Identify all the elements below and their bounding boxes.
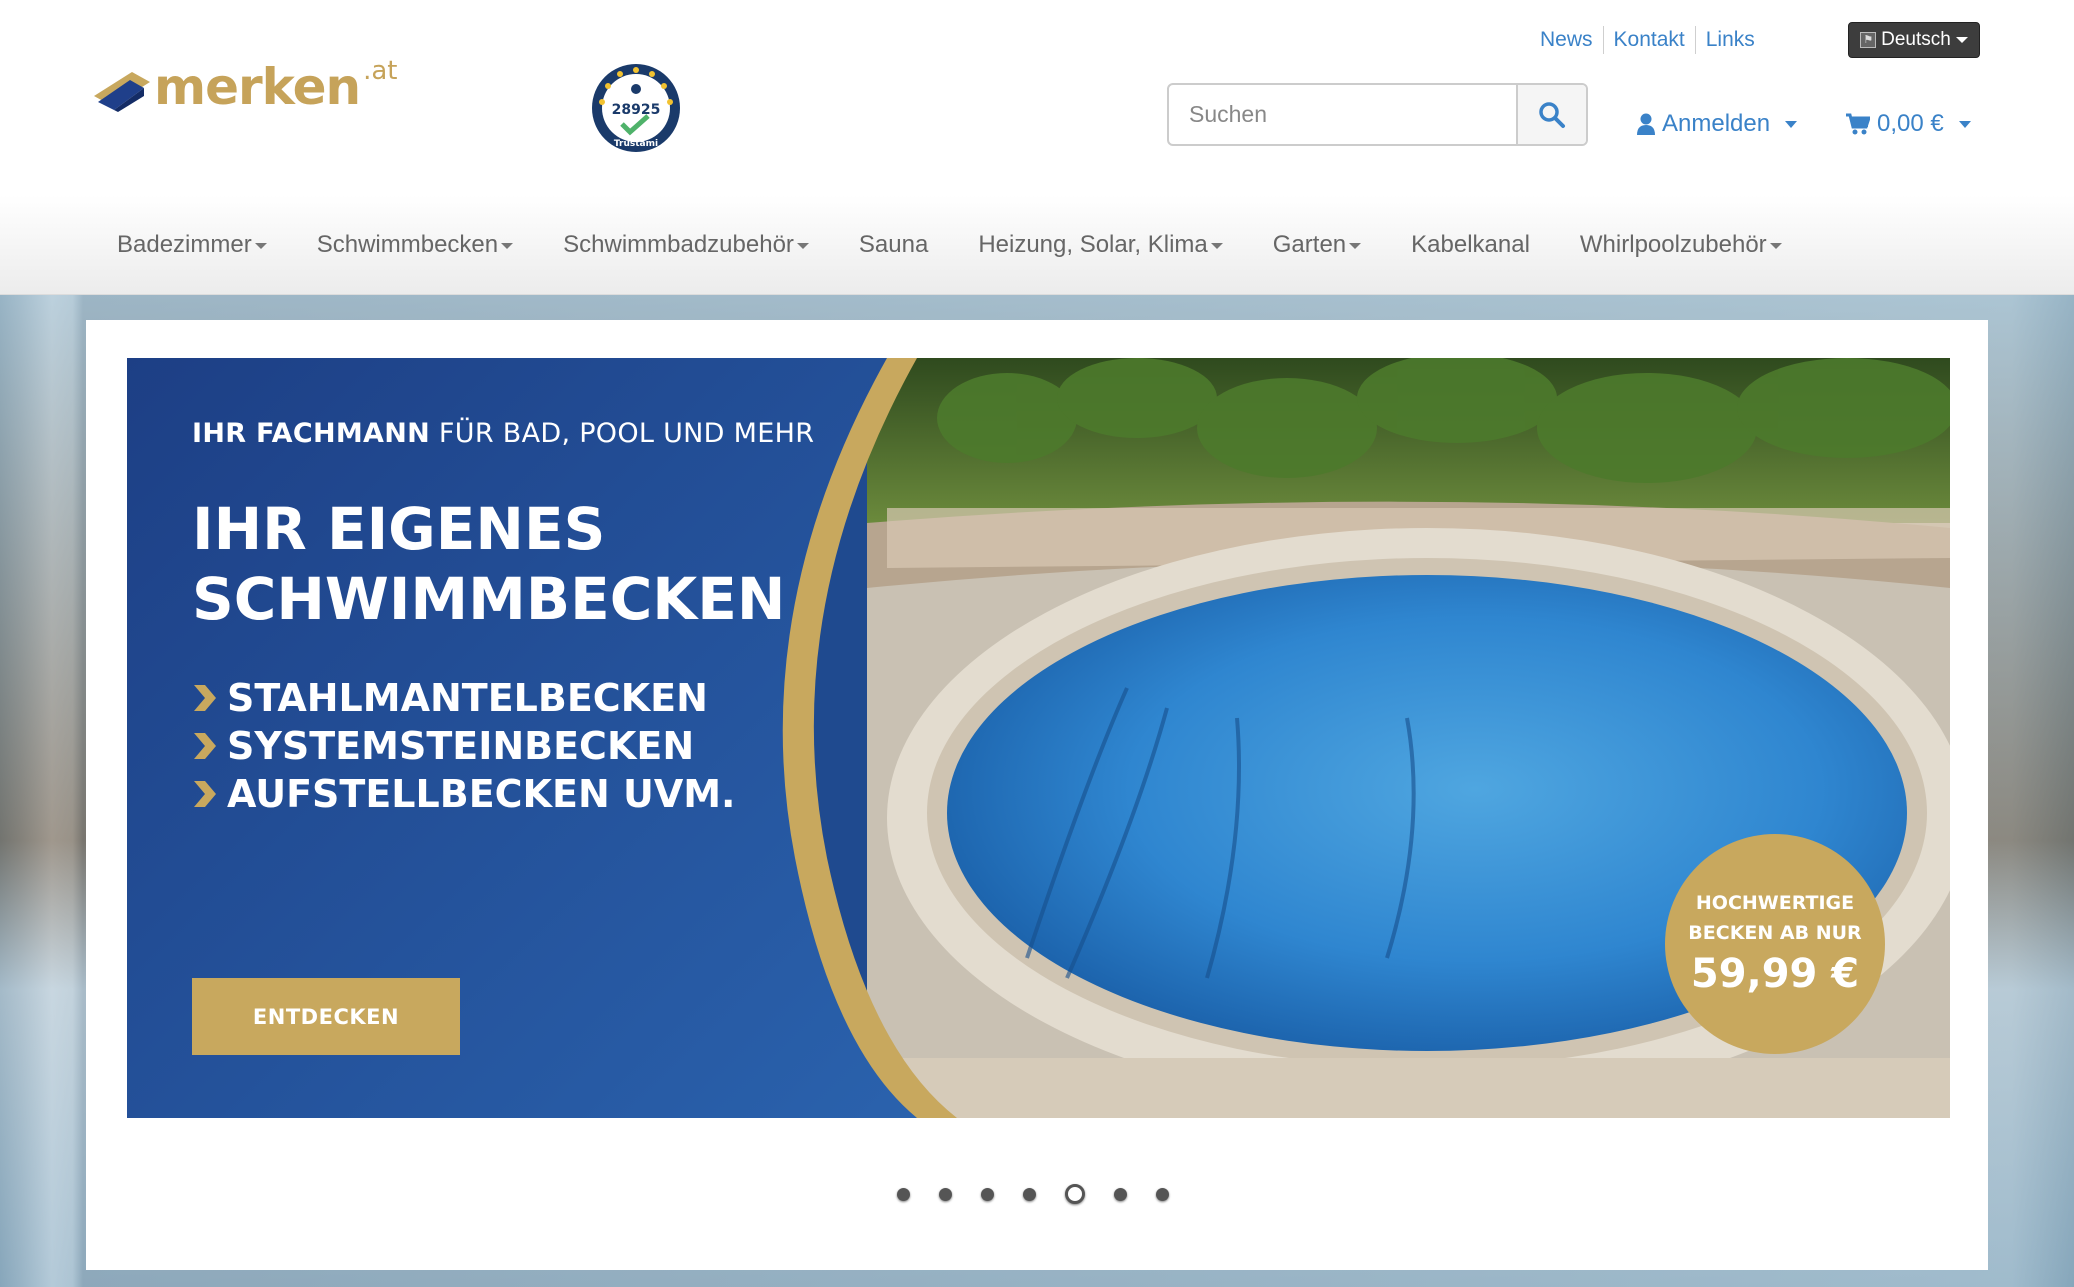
- nav-label: Whirlpoolzubehör: [1579, 230, 1767, 258]
- nav-item-whirlpoolzubehoer[interactable]: Whirlpoolzubehör: [1555, 231, 1807, 259]
- headline-line1: IHR EIGENES: [192, 495, 606, 563]
- nav-item-badezimmer[interactable]: Badezimmer: [92, 231, 292, 259]
- nav-item-schwimmbadzubehoer[interactable]: Schwimmbadzubehör: [538, 231, 834, 259]
- badge-price: 59,99 €: [1690, 951, 1860, 997]
- trust-badge-brand: Trustami: [614, 139, 658, 149]
- top-link-kontakt[interactable]: Kontakt: [1602, 26, 1695, 54]
- chevron-down-icon: [1769, 242, 1782, 249]
- carousel-dot[interactable]: [981, 1187, 994, 1201]
- badge-line1: HOCHWERTIGE: [1695, 892, 1855, 914]
- feature-item: STAHLMANTELBECKEN: [192, 674, 814, 722]
- nav-label: Kabelkanal: [1411, 230, 1530, 258]
- chevron-down-icon: [796, 242, 809, 249]
- nav-item-kabelkanal[interactable]: Kabelkanal: [1386, 231, 1555, 259]
- search-icon: [1539, 101, 1565, 128]
- badge-line2: BECKEN AB NUR: [1688, 922, 1862, 944]
- feature-label: STAHLMANTELBECKEN: [227, 676, 708, 720]
- carousel-dot[interactable]: [897, 1187, 910, 1201]
- logo-text: merken: [154, 58, 361, 116]
- nav-label: Schwimmbecken: [316, 230, 499, 258]
- chevron-right-icon: [194, 781, 216, 807]
- chevron-right-icon: [194, 685, 216, 711]
- banner-kicker: IHR FACHMANN FÜR BAD, POOL UND MEHR: [192, 418, 814, 449]
- top-link-news[interactable]: News: [1530, 26, 1603, 54]
- main-nav: Badezimmer Schwimmbecken Schwimmbadzubeh…: [0, 195, 2074, 295]
- search-button[interactable]: [1516, 85, 1586, 144]
- chevron-down-icon: [1210, 242, 1223, 249]
- site-header: merken .at 28925 Trustami News Kontakt L…: [0, 0, 2074, 195]
- nav-item-sauna[interactable]: Sauna: [834, 231, 953, 259]
- user-icon: [1637, 113, 1655, 135]
- feature-item: SYSTEMSTEINBECKEN: [192, 722, 814, 770]
- site-logo[interactable]: merken .at: [92, 56, 398, 116]
- feature-item: AUFSTELLBECKEN UVM.: [192, 770, 814, 818]
- account-menu[interactable]: Anmelden: [1637, 110, 1798, 138]
- banner-headline: IHR EIGENES SCHWIMMBECKEN: [192, 494, 814, 634]
- language-label: Deutsch: [1881, 29, 1951, 50]
- roof-logo-icon: [94, 72, 150, 112]
- search-box: [1167, 83, 1588, 146]
- chevron-down-icon: [1349, 242, 1362, 249]
- nav-label: Garten: [1272, 230, 1347, 258]
- flag-icon: ⚑: [1860, 32, 1877, 48]
- carousel-dot[interactable]: [1023, 1187, 1036, 1201]
- nav-item-garten[interactable]: Garten: [1248, 231, 1386, 259]
- logo-tld: .at: [363, 56, 398, 86]
- chevron-down-icon: [1958, 120, 1971, 128]
- chevron-right-icon: [194, 733, 216, 759]
- carousel-dot[interactable]: [1156, 1187, 1169, 1201]
- feature-list: STAHLMANTELBECKEN SYSTEMSTEINBECKEN AUFS…: [192, 674, 814, 818]
- search-input[interactable]: [1169, 85, 1516, 144]
- trust-badge-number: 28925: [612, 102, 661, 118]
- feature-label: SYSTEMSTEINBECKEN: [227, 724, 695, 768]
- cart-menu[interactable]: 0,00 €: [1846, 110, 1971, 138]
- hero-banner[interactable]: IHR FACHMANN FÜR BAD, POOL UND MEHR IHR …: [127, 358, 1950, 1118]
- chevron-down-icon: [501, 242, 514, 249]
- nav-item-schwimmbecken[interactable]: Schwimmbecken: [292, 231, 538, 259]
- chevron-down-icon: [1785, 120, 1798, 128]
- chevron-down-icon: [254, 242, 267, 249]
- banner-text: IHR FACHMANN FÜR BAD, POOL UND MEHR IHR …: [192, 418, 814, 818]
- price-badge: HOCHWERTIGE BECKEN AB NUR 59,99 €: [1665, 834, 1885, 1054]
- carousel-indicators: [897, 1184, 1169, 1204]
- trustami-badge-icon[interactable]: 28925 Trustami: [590, 62, 682, 154]
- kicker-rest: FÜR BAD, POOL UND MEHR: [430, 418, 815, 449]
- cart-total: 0,00 €: [1877, 110, 1944, 137]
- chevron-down-icon: [1955, 37, 1968, 43]
- language-select[interactable]: ⚑ Deutsch: [1848, 22, 1980, 58]
- nav-label: Heizung, Solar, Klima: [978, 230, 1208, 258]
- carousel-dot-active[interactable]: [1065, 1184, 1085, 1204]
- feature-label: AUFSTELLBECKEN UVM.: [227, 772, 736, 816]
- nav-label: Schwimmbadzubehör: [563, 230, 794, 258]
- carousel-dot[interactable]: [1114, 1187, 1127, 1201]
- headline-line2: SCHWIMMBECKEN: [192, 565, 786, 633]
- account-label: Anmelden: [1662, 110, 1771, 137]
- nav-label: Badezimmer: [117, 230, 252, 258]
- top-links: News Kontakt Links: [1530, 26, 1765, 54]
- nav-item-heizung[interactable]: Heizung, Solar, Klima: [953, 231, 1247, 259]
- top-link-links[interactable]: Links: [1694, 26, 1765, 54]
- nav-label: Sauna: [858, 230, 929, 258]
- carousel-dot[interactable]: [939, 1187, 952, 1201]
- shopping-cart-icon: [1846, 113, 1870, 135]
- kicker-bold: IHR FACHMANN: [192, 418, 431, 449]
- entdecken-button[interactable]: ENTDECKEN: [192, 978, 460, 1055]
